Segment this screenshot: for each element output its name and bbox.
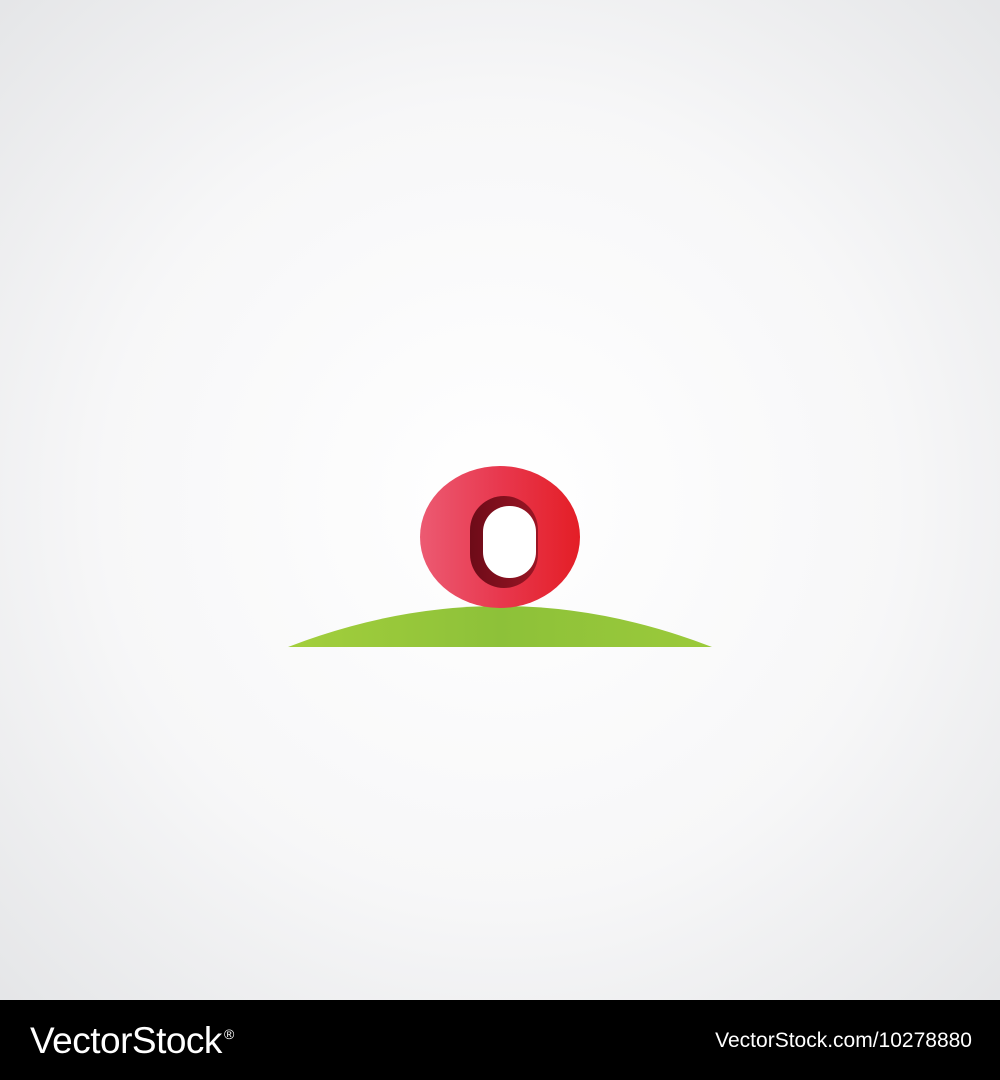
brand-name: VectorStock [30, 1019, 222, 1061]
registered-mark: ® [223, 1026, 234, 1043]
zero-glyph [420, 466, 580, 608]
zero-counter [483, 506, 536, 578]
artwork-canvas [0, 0, 1000, 1000]
watermark-footer: VectorStock ® VectorStock.com/10278880 [0, 1000, 1000, 1080]
image-id: VectorStock.com/10278880 [715, 1028, 972, 1052]
brand-logo: VectorStock ® [30, 1022, 234, 1059]
logo-artwork [0, 0, 1000, 1000]
